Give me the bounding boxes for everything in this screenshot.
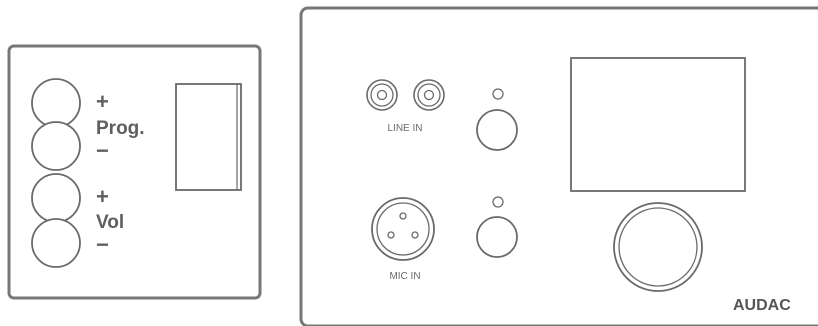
left-control-panel: + Prog. − + Vol − [7, 44, 262, 300]
brand-logo: AUDAC [733, 297, 791, 314]
main-volume-knob[interactable] [613, 202, 703, 292]
line-level-led [492, 88, 504, 100]
mic-gain-knob[interactable] [476, 216, 518, 258]
prog-down-button[interactable] [31, 121, 81, 171]
mic-in-label: MIC IN [389, 271, 420, 282]
prog-label: Prog. [96, 118, 145, 139]
prog-plus-label: + [96, 89, 109, 114]
line-gain-knob[interactable] [476, 109, 518, 151]
left-display [175, 83, 242, 191]
vol-minus-label: − [96, 232, 109, 257]
xlr-mic-jack[interactable] [371, 197, 435, 261]
main-display [570, 57, 746, 192]
vol-up-button[interactable] [31, 173, 81, 223]
mic-level-led [492, 196, 504, 208]
prog-minus-label: − [96, 138, 109, 163]
vol-down-button[interactable] [31, 218, 81, 268]
rca-jack-right[interactable] [413, 79, 445, 111]
rca-jack-left[interactable] [366, 79, 398, 111]
line-in-label: LINE IN [387, 123, 422, 134]
vol-plus-label: + [96, 184, 109, 209]
prog-up-button[interactable] [31, 78, 81, 128]
right-control-panel: LINE IN MIC IN AUDAC [299, 6, 818, 326]
device-drawing: + Prog. − + Vol − LINE IN MIC IN AUDAC [7, 6, 818, 326]
vol-label: Vol [96, 212, 124, 233]
